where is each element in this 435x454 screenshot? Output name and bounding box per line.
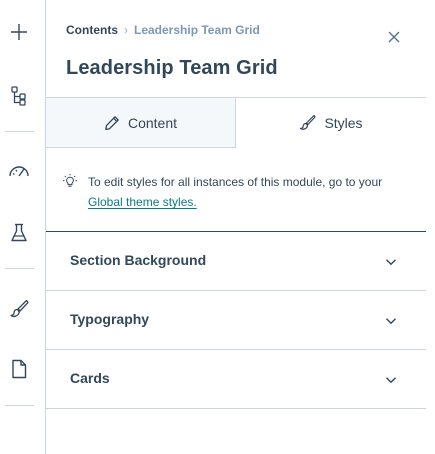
chevron-down-icon [386,377,396,383]
toolbar-divider [5,405,34,406]
page-settings-button[interactable] [0,350,38,388]
global-styles-notice: To edit styles for all instances of this… [62,172,414,212]
editor-tabs: Content Styles [46,97,426,148]
module-title: Leadership Team Grid [66,57,278,79]
tab-styles-label: Styles [324,114,363,131]
breadcrumb-separator: › [124,23,128,37]
optimize-button[interactable] [0,152,38,190]
close-panel-button[interactable] [386,29,402,45]
breadcrumb-contents-link[interactable]: Contents [66,23,118,37]
accordion-cards[interactable]: Cards [46,350,426,409]
chevron-down-icon [386,259,396,265]
tree-structure-icon [11,86,26,106]
accordion-label: Cards [70,370,110,386]
left-toolbar [0,0,46,454]
page-structure-button[interactable] [0,77,38,115]
tab-content[interactable]: Content [46,98,236,148]
gauge-icon [9,166,29,177]
module-editor-panel: Contents › Leadership Team Grid Leadersh… [46,0,426,454]
tab-content-label: Content [127,114,178,131]
brush-icon [300,114,317,130]
toolbar-divider [5,268,34,269]
breadcrumb-current: Leadership Team Grid [134,23,260,37]
accordion-section-background[interactable]: Section Background [46,232,426,291]
paintbrush-icon [10,299,29,318]
toolbar-divider [5,131,34,132]
chevron-down-icon [386,318,396,324]
page-icon [12,359,27,379]
close-icon [388,31,400,43]
accordion-typography[interactable]: Typography [46,291,426,350]
lightbulb-icon [63,174,77,187]
pencil-icon [105,115,119,130]
tab-styles[interactable]: Styles [236,98,426,147]
accordion-label: Section Background [70,252,207,268]
breadcrumb: Contents › Leadership Team Grid [66,23,260,37]
test-button[interactable] [0,214,38,252]
accordion-label: Typography [70,311,150,327]
global-theme-styles-link[interactable]: Global theme styles. [88,195,197,209]
add-module-button[interactable] [0,13,38,51]
flask-icon [11,223,27,242]
add-icon [11,24,27,40]
theme-styles-button[interactable] [0,289,38,327]
notice-text: To edit styles for all instances of this… [88,175,383,189]
